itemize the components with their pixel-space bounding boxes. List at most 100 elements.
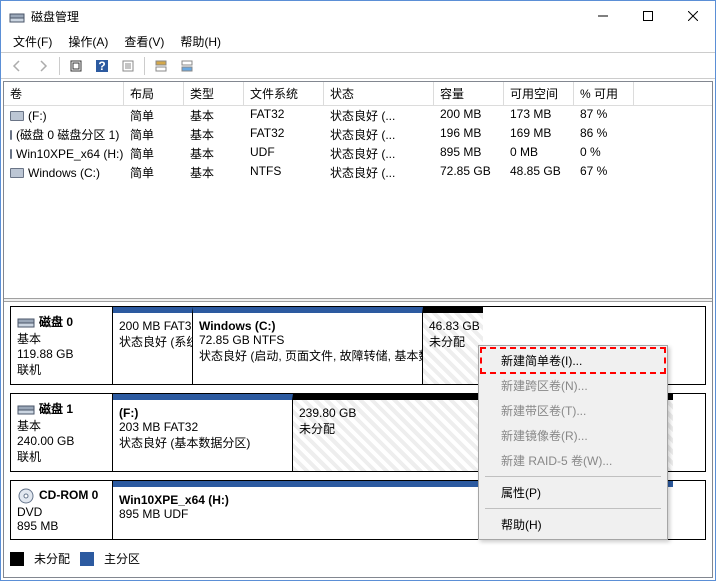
cell-layout: 简单 bbox=[124, 125, 184, 144]
view-bottom-button[interactable] bbox=[175, 55, 199, 77]
col-capacity[interactable]: 容量 bbox=[434, 82, 504, 105]
menu-file[interactable]: 文件(F) bbox=[5, 31, 60, 52]
cell-fs: FAT32 bbox=[244, 125, 324, 144]
disk-title: CD-ROM 0 bbox=[39, 488, 98, 502]
col-pct[interactable]: % 可用 bbox=[574, 82, 634, 105]
view-top-button[interactable] bbox=[149, 55, 173, 77]
ctx-new-mirrored-volume[interactable]: 新建镜像卷(R)... bbox=[481, 423, 665, 448]
cell-capacity: 895 MB bbox=[434, 144, 504, 163]
disk-type: 基本 bbox=[17, 330, 106, 347]
disk-status: 联机 bbox=[17, 448, 106, 465]
cell-type: 基本 bbox=[184, 163, 244, 182]
disk-size: 119.88 GB bbox=[17, 347, 106, 361]
disk-title: 磁盘 1 bbox=[39, 402, 73, 416]
window-title: 磁盘管理 bbox=[31, 8, 580, 25]
minimize-button[interactable] bbox=[580, 1, 625, 31]
cell-free: 173 MB bbox=[504, 106, 574, 125]
legend: 未分配 主分区 bbox=[4, 548, 712, 569]
col-layout[interactable]: 布局 bbox=[124, 82, 184, 105]
legend-unallocated-label: 未分配 bbox=[34, 550, 70, 567]
table-body: (F:)简单基本FAT32状态良好 (...200 MB173 MB87 %(磁… bbox=[4, 106, 712, 182]
cell-fs: FAT32 bbox=[244, 106, 324, 125]
cell-pct: 86 % bbox=[574, 125, 634, 144]
col-volume[interactable]: 卷 bbox=[4, 82, 124, 105]
disk-info[interactable]: 磁盘 1基本240.00 GB联机 bbox=[11, 394, 113, 471]
partition-size: 72.85 GB NTFS bbox=[199, 333, 416, 347]
cell-free: 0 MB bbox=[504, 144, 574, 163]
partition-title: Windows (C:) bbox=[199, 319, 416, 333]
svg-text:?: ? bbox=[98, 59, 105, 73]
properties-button[interactable] bbox=[116, 55, 140, 77]
disk-size: 895 MB bbox=[17, 519, 106, 533]
cell-status: 状态良好 (... bbox=[324, 106, 434, 125]
cell-pct: 67 % bbox=[574, 163, 634, 182]
disk-size: 240.00 GB bbox=[17, 434, 106, 448]
menu-view[interactable]: 查看(V) bbox=[116, 31, 172, 52]
table-row[interactable]: Windows (C:)简单基本NTFS状态良好 (...72.85 GB48.… bbox=[4, 163, 712, 182]
disk-title: 磁盘 0 bbox=[39, 315, 73, 329]
legend-primary-label: 主分区 bbox=[104, 550, 140, 567]
disk-icon bbox=[17, 487, 35, 505]
volume-icon bbox=[10, 149, 12, 159]
cell-type: 基本 bbox=[184, 144, 244, 163]
ctx-new-spanned-volume[interactable]: 新建跨区卷(N)... bbox=[481, 373, 665, 398]
cell-layout: 简单 bbox=[124, 163, 184, 182]
table-row[interactable]: (磁盘 0 磁盘分区 1)简单基本FAT32状态良好 (...196 MB169… bbox=[4, 125, 712, 144]
ctx-new-raid5-volume[interactable]: 新建 RAID-5 卷(W)... bbox=[481, 448, 665, 473]
cell-status: 状态良好 (... bbox=[324, 163, 434, 182]
cell-type: 基本 bbox=[184, 125, 244, 144]
ctx-help[interactable]: 帮助(H) bbox=[481, 512, 665, 537]
toolbar-separator bbox=[59, 57, 60, 75]
table-header-row: 卷 布局 类型 文件系统 状态 容量 可用空间 % 可用 bbox=[4, 82, 712, 106]
col-free[interactable]: 可用空间 bbox=[504, 82, 574, 105]
partition[interactable]: 200 MB FAT32状态良好 (系统, 基本数据 bbox=[113, 307, 193, 384]
maximize-button[interactable] bbox=[625, 1, 670, 31]
titlebar[interactable]: 磁盘管理 bbox=[1, 1, 715, 31]
partition[interactable]: (F:)203 MB FAT32状态良好 (基本数据分区) bbox=[113, 394, 293, 471]
disk-icon bbox=[17, 403, 35, 417]
help-button[interactable]: ? bbox=[90, 55, 114, 77]
ctx-properties[interactable]: 属性(P) bbox=[481, 480, 665, 505]
partition[interactable]: Windows (C:)72.85 GB NTFS状态良好 (启动, 页面文件,… bbox=[193, 307, 423, 384]
cell-volume: (F:) bbox=[28, 109, 47, 123]
unallocated-space[interactable]: 46.83 GB未分配 bbox=[423, 307, 483, 384]
disk-info[interactable]: 磁盘 0基本119.88 GB联机 bbox=[11, 307, 113, 384]
cell-status: 状态良好 (... bbox=[324, 125, 434, 144]
menu-help[interactable]: 帮助(H) bbox=[172, 31, 229, 52]
cell-layout: 简单 bbox=[124, 106, 184, 125]
legend-primary-swatch bbox=[80, 552, 94, 566]
partition-size: 46.83 GB bbox=[429, 319, 477, 333]
partition-status: 状态良好 (启动, 页面文件, 故障转储, 基本数据 bbox=[199, 347, 416, 364]
col-status[interactable]: 状态 bbox=[324, 82, 434, 105]
partition-size: 200 MB FAT32 bbox=[119, 319, 186, 333]
col-fs[interactable]: 文件系统 bbox=[244, 82, 324, 105]
refresh-button[interactable] bbox=[64, 55, 88, 77]
cell-pct: 87 % bbox=[574, 106, 634, 125]
col-type[interactable]: 类型 bbox=[184, 82, 244, 105]
disk-type: DVD bbox=[17, 505, 106, 519]
disk-info[interactable]: CD-ROM 0 DVD895 MB bbox=[11, 481, 113, 539]
close-button[interactable] bbox=[670, 1, 715, 31]
cell-pct: 0 % bbox=[574, 144, 634, 163]
volume-icon bbox=[10, 130, 12, 140]
ctx-new-simple-volume[interactable]: 新建简单卷(I)... bbox=[481, 348, 665, 373]
ctx-separator bbox=[485, 476, 661, 477]
ctx-new-striped-volume[interactable]: 新建带区卷(T)... bbox=[481, 398, 665, 423]
back-button[interactable] bbox=[5, 55, 29, 77]
table-row[interactable]: Win10XPE_x64 (H:)简单基本UDF状态良好 (...895 MB0… bbox=[4, 144, 712, 163]
cell-fs: NTFS bbox=[244, 163, 324, 182]
volume-icon bbox=[10, 111, 24, 121]
cell-type: 基本 bbox=[184, 106, 244, 125]
partition-status: 状态良好 (系统, 基本数据 bbox=[119, 333, 186, 350]
partition-size: 203 MB FAT32 bbox=[119, 420, 286, 434]
title-buttons bbox=[580, 1, 715, 31]
forward-button[interactable] bbox=[31, 55, 55, 77]
volume-icon bbox=[10, 168, 24, 178]
app-icon bbox=[9, 8, 25, 24]
disk-icon bbox=[17, 316, 35, 330]
cell-free: 48.85 GB bbox=[504, 163, 574, 182]
cell-capacity: 196 MB bbox=[434, 125, 504, 144]
table-row[interactable]: (F:)简单基本FAT32状态良好 (...200 MB173 MB87 % bbox=[4, 106, 712, 125]
cell-volume: (磁盘 0 磁盘分区 1) bbox=[16, 126, 119, 143]
menu-action[interactable]: 操作(A) bbox=[60, 31, 116, 52]
